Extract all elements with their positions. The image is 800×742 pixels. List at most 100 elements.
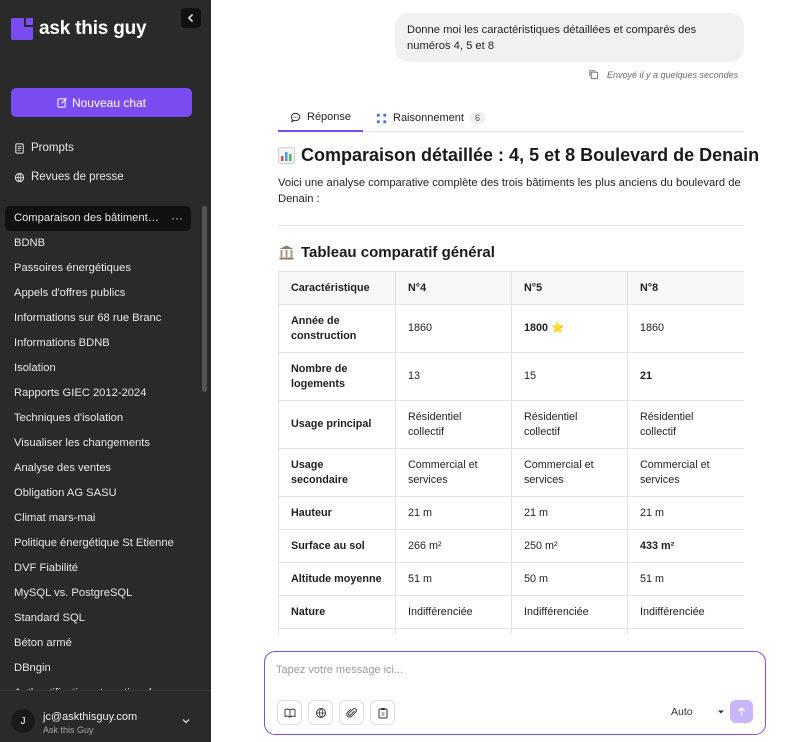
user-menu[interactable]: J jc@askthisguy.com Ask this Guy — [0, 690, 211, 742]
comparison-table-container[interactable]: Caractéristique N°4 N°5 N°8 Année de con… — [278, 271, 744, 634]
table-row: Nature Indifférenciée Indifférenciée Ind… — [278, 595, 744, 629]
table-cell: Année de construction — [278, 304, 396, 353]
history-item[interactable]: Béton armé — [5, 631, 191, 656]
history-item[interactable]: Analyse des ventes — [5, 456, 191, 481]
table-row: Hauteur 21 m 21 m 21 m — [278, 496, 744, 530]
table-cell: Commercial et services — [511, 448, 628, 497]
history-item[interactable]: Obligation AG SASU — [5, 481, 191, 506]
table-cell — [627, 628, 744, 634]
table-cell: Indifférenciée — [511, 595, 628, 629]
table-cell: Résidentiel collectif — [511, 400, 628, 449]
message-composer: Auto — [264, 651, 766, 735]
collapse-sidebar-button[interactable] — [181, 8, 201, 28]
answer-intro: Voici une analyse comparative complète d… — [278, 177, 741, 205]
sidebar-link-prompts[interactable]: Prompts — [14, 142, 74, 154]
user-email: jc@askthisguy.com — [43, 711, 138, 723]
history-item[interactable]: Authentification et gestion d... — [5, 681, 191, 690]
app-name: ask this guy — [39, 18, 147, 39]
caret-down-icon[interactable] — [717, 708, 725, 716]
history-item[interactable]: Politique énergétique St Etienne — [5, 531, 191, 556]
table-cell: Résidentiel collectif — [627, 400, 744, 449]
history-item[interactable]: Climat mars-mai — [5, 506, 191, 531]
paste-clipboard-button[interactable] — [370, 700, 395, 725]
table-cell: Nature — [278, 595, 396, 629]
globe-icon — [315, 707, 326, 718]
history-item[interactable]: Informations sur 68 rue Branc — [5, 306, 191, 331]
history-item-active[interactable]: Comparaison des bâtiments d... ··· — [5, 206, 191, 231]
classical-building-icon — [279, 245, 294, 260]
history-item[interactable]: MySQL vs. PostgreSQL — [5, 581, 191, 606]
table-row: Usage secondaire Commercial et services … — [278, 448, 744, 497]
table-header: Caractéristique — [278, 271, 396, 305]
chat-main: Donne moi les caractéristiques détaillée… — [211, 0, 800, 742]
table-cell: 21 m — [511, 496, 628, 530]
table-cell: Altitude moyenne — [278, 562, 396, 596]
app-logo[interactable]: ask this guy — [11, 18, 147, 40]
message-input[interactable] — [276, 664, 746, 676]
table-row: Année de construction 1860 1800 ⭐ 1860 — [278, 304, 744, 353]
web-search-button[interactable] — [308, 700, 333, 725]
table-cell: 433 m² — [627, 529, 744, 563]
table-row: Usage principal Résidentiel collectif Ré… — [278, 400, 744, 449]
book-icon — [284, 708, 295, 718]
user-message-bubble: Donne moi les caractéristiques détaillée… — [395, 13, 744, 62]
chevron-down-icon[interactable] — [181, 716, 191, 729]
more-options-icon[interactable]: ··· — [171, 206, 183, 231]
table-header: N°5 — [511, 271, 628, 305]
bar-chart-icon — [278, 147, 295, 164]
answer-title: Comparaison détaillée : 4, 5 et 8 Boulev… — [278, 145, 759, 166]
table-cell: Usage secondaire — [278, 448, 396, 497]
edit-icon — [57, 97, 67, 108]
message-status-row: Envoyé il y a quelques secondes — [588, 69, 738, 80]
history-item[interactable]: DVF Fiabilité — [5, 556, 191, 581]
table-cell: Surface au sol — [278, 529, 396, 563]
history-item[interactable]: Standard SQL — [5, 606, 191, 631]
attach-file-button[interactable] — [339, 700, 364, 725]
table-cell: Indifférenciée — [395, 595, 512, 629]
send-button[interactable] — [730, 700, 753, 723]
sidebar-link-press-reviews[interactable]: Revues de presse — [14, 171, 124, 183]
model-select[interactable]: Auto — [671, 706, 693, 718]
history-item[interactable]: DBngin — [5, 656, 191, 681]
new-chat-button[interactable]: Nouveau chat — [11, 88, 192, 117]
tab-response[interactable]: Réponse — [278, 104, 364, 132]
chevron-left-icon — [187, 13, 194, 23]
table-cell: Usage principal — [278, 400, 396, 449]
clipboard-icon — [378, 707, 387, 718]
table-cell — [278, 628, 396, 634]
table-cell: Indifférenciée — [627, 595, 744, 629]
table-header: N°8 — [627, 271, 744, 305]
tab-reasoning[interactable]: Raisonnement 6 — [376, 104, 485, 132]
table-cell: Commercial et services — [395, 448, 512, 497]
table-header: N°4 — [395, 271, 512, 305]
history-item[interactable]: Appels d'offres publics — [5, 281, 191, 306]
reasoning-count-badge: 6 — [469, 112, 485, 124]
history-item[interactable]: BDNB — [5, 231, 191, 256]
table-cell: Commercial et services — [627, 448, 744, 497]
table-cell: 50 m — [511, 562, 628, 596]
table-cell: 51 m — [627, 562, 744, 596]
table-cell: 13 — [395, 352, 512, 401]
section-title: Tableau comparatif général — [278, 244, 495, 261]
history-item[interactable]: Rapports GIEC 2012-2024 — [5, 381, 191, 406]
table-cell: 1800 ⭐ — [511, 304, 628, 353]
user-subtitle: Ask this Guy — [43, 725, 94, 735]
prompts-library-button[interactable] — [277, 700, 302, 725]
history-item[interactable]: Informations BDNB — [5, 331, 191, 356]
table-row: Nombre de logements 13 15 21 — [278, 352, 744, 401]
table-cell — [395, 628, 512, 634]
table-cell: 1860 — [627, 304, 744, 353]
copy-icon[interactable] — [588, 69, 599, 80]
history-item[interactable]: Visualiser les changements — [5, 431, 191, 456]
history-item[interactable]: Techniques d'isolation — [5, 406, 191, 431]
sidebar-scrollbar[interactable] — [202, 206, 207, 392]
document-icon — [15, 142, 24, 154]
table-cell: 21 m — [395, 496, 512, 530]
chat-history-list: Comparaison des bâtiments d... ··· BDNB P… — [5, 206, 200, 690]
table-cell: 15 — [511, 352, 628, 401]
history-item[interactable]: Passoires énergétiques — [5, 256, 191, 281]
response-tabs: Réponse Raisonnement 6 — [278, 104, 744, 132]
table-row: Altitude moyenne 51 m 50 m 51 m — [278, 562, 744, 596]
table-cell: Résidentiel collectif — [395, 400, 512, 449]
history-item[interactable]: Isolation — [5, 356, 191, 381]
